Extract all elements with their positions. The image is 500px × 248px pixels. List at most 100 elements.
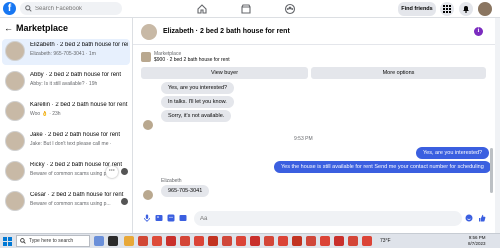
conversation-preview: Jake: But I don't text please call me · … <box>30 141 112 147</box>
top-bar: f Find friends <box>0 0 500 18</box>
facebook-logo[interactable]: f <box>3 2 16 15</box>
app-icon[interactable] <box>94 236 104 246</box>
thumbs-up-icon[interactable] <box>478 214 486 222</box>
avatar <box>143 190 153 200</box>
more-options-button[interactable]: ··· <box>106 166 118 178</box>
facebook-search[interactable] <box>20 2 122 15</box>
message-input[interactable] <box>200 213 440 224</box>
windows-taskbar: Type here to search 73°F 9:56 PM 8/7/202… <box>0 233 500 248</box>
marketplace-heading: Marketplace <box>16 23 69 33</box>
find-friends-button[interactable]: Find friends <box>398 2 436 16</box>
menu-button[interactable] <box>440 2 454 16</box>
clock[interactable]: 9:56 PM 8/7/2023 <box>468 235 486 247</box>
app-icon[interactable] <box>362 236 372 246</box>
grid-menu-icon <box>443 5 451 13</box>
conversation-sidebar: ← Marketplace Elizabeth · 2 bed 2 bath ho… <box>0 18 133 233</box>
chat-scrollbar[interactable] <box>490 148 493 193</box>
marketplace-icon[interactable] <box>240 3 252 15</box>
conversation-preview: Beware of common scams using p... <box>30 201 111 207</box>
conversation-preview: Abby: Is it still available? · 19h <box>30 81 98 87</box>
quick-reply[interactable]: Sorry, it's not available. <box>161 110 232 122</box>
app-icon[interactable] <box>194 236 204 246</box>
app-icon[interactable] <box>334 236 344 246</box>
avatar <box>5 41 25 61</box>
app-icon[interactable] <box>306 236 316 246</box>
avatar <box>5 101 25 121</box>
avatar <box>143 120 153 130</box>
microphone-icon[interactable] <box>143 214 151 222</box>
app-icon[interactable] <box>152 236 162 246</box>
image-icon[interactable] <box>155 214 163 222</box>
conversation-item[interactable]: Karellin · 2 bed 2 bath house for rent W… <box>2 99 130 125</box>
chat-header: Elizabeth · 2 bed 2 bath house for rent … <box>133 18 495 45</box>
message-timestamp: 9:53 PM <box>294 136 313 142</box>
read-receipt-avatar <box>121 198 128 205</box>
sticker-icon[interactable] <box>167 214 175 222</box>
groups-icon[interactable] <box>284 3 296 15</box>
message-input-field[interactable] <box>194 211 462 226</box>
app-icon[interactable] <box>320 236 330 246</box>
listing-thumbnail[interactable] <box>141 52 151 62</box>
outgoing-message[interactable]: Yes the house is still available for ren… <box>274 161 491 173</box>
taskbar-search[interactable]: Type here to search <box>16 235 90 247</box>
view-buyer-button[interactable]: View buyer <box>141 67 308 79</box>
conversation-name: Abby · 2 bed 2 bath house for rent <box>30 72 122 78</box>
conversation-preview: Beware of common scams using p... <box>30 171 111 177</box>
chat-panel: Elizabeth · 2 bed 2 bath house for rent … <box>133 18 495 233</box>
app-icon[interactable] <box>250 236 260 246</box>
conversation-item[interactable]: Jake · 2 bed 2 bath house for rent Jake:… <box>2 129 130 155</box>
read-receipt-avatar <box>121 168 128 175</box>
file-explorer-icon[interactable] <box>124 236 134 246</box>
taskbar-search-placeholder: Type here to search <box>29 238 74 244</box>
notifications-button[interactable] <box>459 2 473 16</box>
info-icon[interactable]: i <box>474 27 483 36</box>
app-icon[interactable] <box>292 236 302 246</box>
incoming-message[interactable]: 965-705-3041 <box>161 185 210 197</box>
home-icon[interactable] <box>196 3 208 15</box>
app-icon[interactable] <box>208 236 218 246</box>
app-icon[interactable] <box>278 236 288 246</box>
right-edge <box>495 18 500 233</box>
clock-date: 8/7/2023 <box>468 241 486 246</box>
more-options-button[interactable]: More options <box>311 67 486 79</box>
conversation-item[interactable]: Elizabeth · 2 bed 2 bath house for rent … <box>2 39 130 65</box>
conversation-item[interactable]: Abby · 2 bed 2 bath house for rent Abby:… <box>2 69 130 95</box>
message-composer <box>133 208 495 233</box>
app-icon[interactable] <box>138 236 148 246</box>
gif-icon[interactable] <box>179 214 187 222</box>
app-icon[interactable] <box>264 236 274 246</box>
sidebar-heading: ← Marketplace <box>4 23 68 33</box>
avatar <box>5 131 25 151</box>
quick-reply[interactable]: Yes, are you interested? <box>161 82 235 94</box>
app-icon[interactable] <box>180 236 190 246</box>
avatar[interactable] <box>141 24 157 40</box>
conversation-item[interactable]: Cesar · 2 bed 2 bath house for rent Bewa… <box>2 189 130 215</box>
emoji-icon[interactable] <box>465 214 473 222</box>
conversation-preview: Elizabeth: 965-705-3041 · 1m <box>30 51 96 57</box>
sender-name: Elizabeth <box>161 178 182 184</box>
windows-start-icon[interactable] <box>3 237 12 246</box>
conversation-item[interactable]: Ricky · 2 bed 2 bath house for rent Bewa… <box>2 159 130 185</box>
app-icon[interactable] <box>348 236 358 246</box>
profile-avatar[interactable] <box>478 2 492 16</box>
search-icon <box>25 5 32 12</box>
bell-icon <box>463 6 469 13</box>
conversation-name: Jake · 2 bed 2 bath house for rent <box>30 132 121 138</box>
task-view-icon[interactable] <box>108 236 118 246</box>
listing-price[interactable]: $900 · 2 bed 2 bath house for rent <box>154 57 230 63</box>
conversation-name: Elizabeth · 2 bed 2 bath house for rent <box>30 42 128 48</box>
avatar <box>5 161 25 181</box>
outgoing-message[interactable]: Yes, are you interested? <box>416 147 490 159</box>
app-icon[interactable] <box>222 236 232 246</box>
listing-card: Marketplace $900 · 2 bed 2 bath house fo… <box>133 45 495 83</box>
chat-title[interactable]: Elizabeth · 2 bed 2 bath house for rent <box>163 28 290 35</box>
conversation-name: Karellin · 2 bed 2 bath house for rent <box>30 102 128 108</box>
app-icon[interactable] <box>236 236 246 246</box>
weather-temperature[interactable]: 73°F <box>380 238 391 244</box>
search-icon <box>20 238 26 244</box>
avatar <box>5 191 25 211</box>
quick-reply[interactable]: In talks. I'll let you know. <box>161 96 234 108</box>
back-arrow-icon[interactable]: ← <box>4 23 16 33</box>
search-input[interactable] <box>35 3 119 14</box>
app-icon[interactable] <box>166 236 176 246</box>
